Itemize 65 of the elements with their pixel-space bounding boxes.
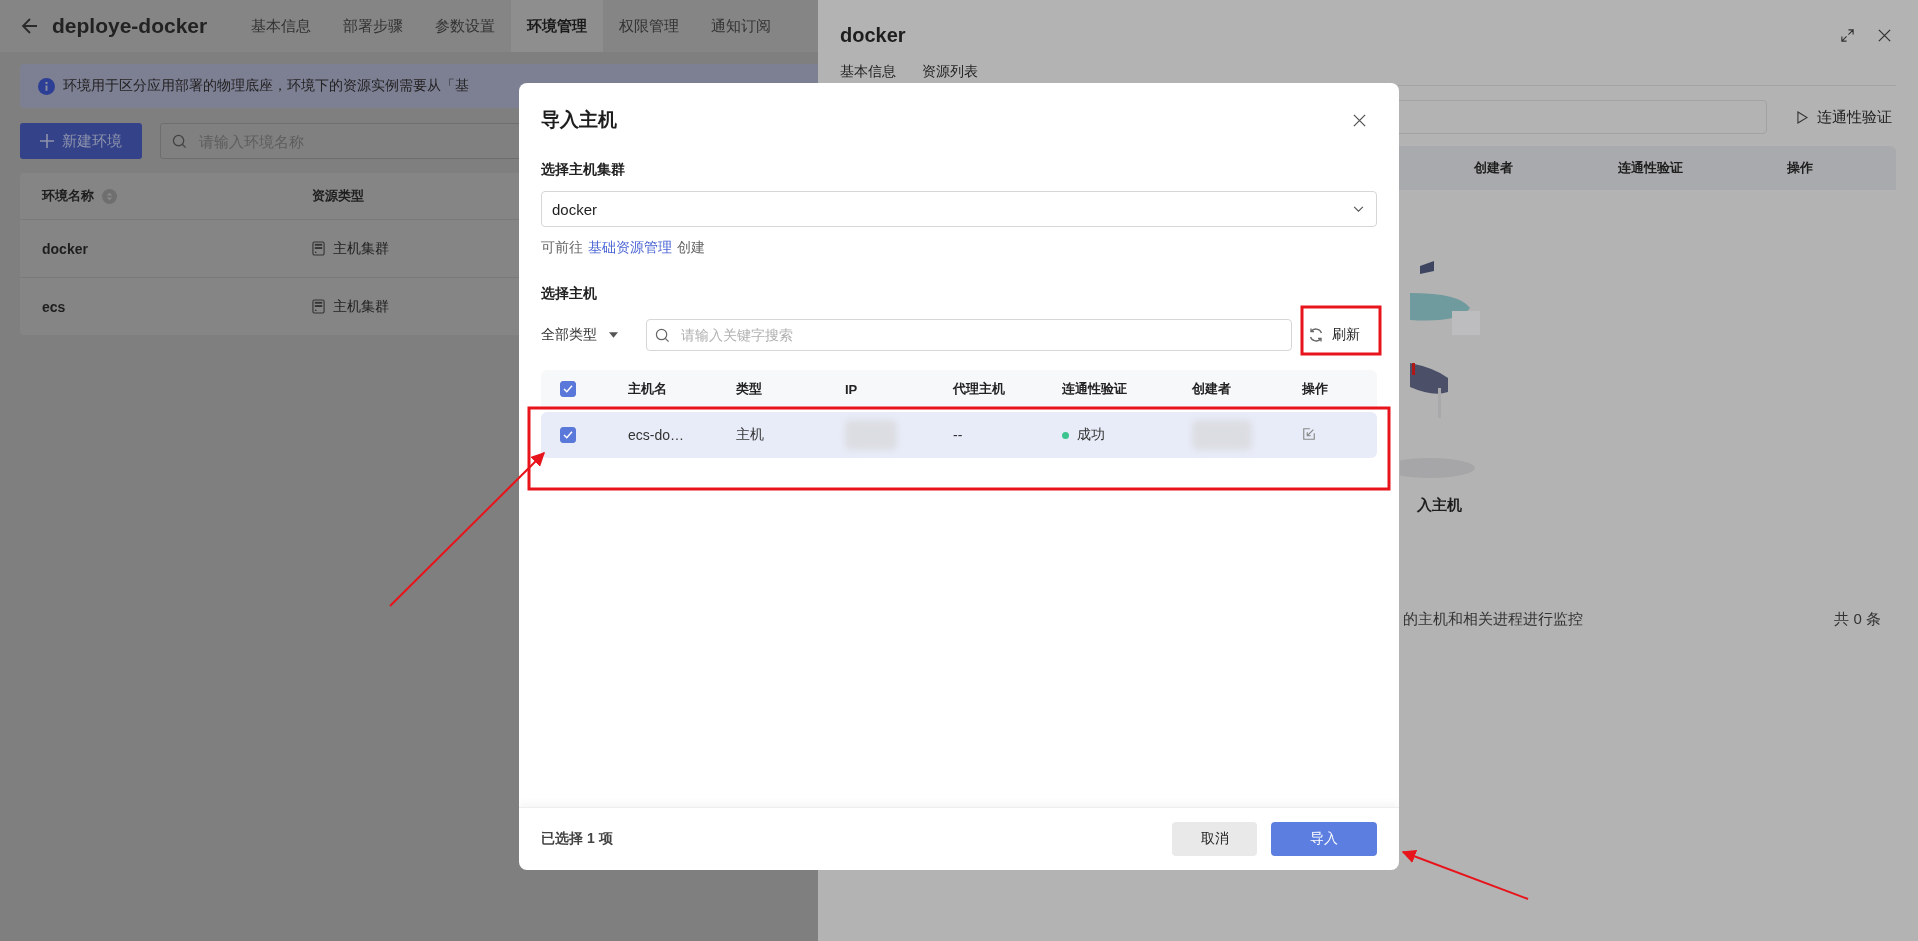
table-cell: ecs-do… [628, 427, 685, 443]
row-checkbox[interactable] [560, 427, 576, 443]
column-header: 资源类型 [312, 187, 364, 205]
table-cell: 成功 [1077, 426, 1105, 444]
table-cell-text: docker [41, 240, 89, 257]
column-header: 创建者 [1192, 380, 1232, 398]
expand-icon[interactable] [1840, 28, 1855, 43]
total-count: 共 0 条 [1834, 610, 1881, 629]
page-title: deploye-docker [52, 14, 208, 38]
page-tab[interactable]: 参数设置 [419, 0, 512, 52]
field-label: 选择主机集群 [541, 161, 626, 179]
chevron-icon [1353, 205, 1364, 213]
resource-link[interactable]: 基础资源管理 [588, 239, 672, 257]
plus-icon [40, 134, 54, 148]
type-dropdown[interactable]: 全部类型 [541, 326, 646, 344]
drawer-tab[interactable]: 基本信息 [840, 63, 896, 81]
column-header: 环境名称 [42, 187, 94, 205]
column-header: IP [845, 381, 859, 397]
edit-icon[interactable] [1302, 426, 1316, 441]
hint-text: 可前往 [541, 239, 583, 257]
column-header: 主机名 [628, 380, 668, 398]
checkmark-icon [563, 431, 573, 439]
drawer-title: docker [840, 24, 906, 47]
drawer-tab[interactable]: 资源列表 [922, 63, 978, 81]
hint-text: 创建 [677, 239, 705, 257]
table-cell-text: ecs [41, 298, 67, 315]
empty-description: 的主机和相关进程进行监控 [1403, 610, 1583, 629]
select-all-checkbox[interactable] [560, 381, 576, 397]
table-cell: 主机 [736, 426, 764, 442]
cancel-button[interactable]: 取消 [1172, 822, 1257, 856]
back-arrow-icon[interactable] [20, 16, 40, 36]
host-row[interactable]: ecs-do… 主机 -- 成功 [541, 412, 1377, 458]
column-header: 连通性验证 [1062, 380, 1128, 398]
table-cell: -- [953, 427, 963, 443]
empty-title: 入主机 [1417, 496, 1463, 515]
checkmark-icon [563, 385, 573, 393]
server-icon [312, 241, 325, 256]
column-header: 类型 [736, 380, 763, 398]
column-header: 操作 [1787, 159, 1814, 177]
notice-text: 环境用于区分应用部署的物理底座，环境下的资源实例需要从「基 [63, 77, 469, 95]
close-icon[interactable] [1877, 28, 1892, 43]
page-tab[interactable]: 环境管理 [511, 0, 604, 52]
cluster-select[interactable]: docker [541, 191, 1377, 227]
column-header: 连通性验证 [1618, 159, 1684, 177]
selected-count: 已选择 1 项 [541, 830, 613, 848]
close-icon[interactable] [1352, 112, 1367, 128]
caret-icon [609, 332, 618, 338]
table-cell: 主机集群 [333, 239, 389, 258]
import-button[interactable]: 导入 [1271, 822, 1377, 856]
column-header: 操作 [1302, 380, 1329, 398]
new-environment-button[interactable]: 新建环境 [20, 123, 142, 159]
column-header: 代理主机 [953, 380, 1006, 398]
page-tab[interactable]: 通知订阅 [695, 0, 788, 52]
refresh-icon [1308, 327, 1324, 343]
column-header: 创建者 [1474, 159, 1514, 177]
play-icon [1797, 110, 1808, 124]
refresh-button[interactable]: 刷新 [1308, 326, 1360, 344]
page-tab[interactable]: 基本信息 [235, 0, 328, 52]
page-tab[interactable]: 权限管理 [603, 0, 696, 52]
field-label: 选择主机 [541, 285, 598, 303]
server-icon [312, 299, 325, 314]
page-tab[interactable]: 部署步骤 [327, 0, 420, 52]
info-icon [38, 77, 55, 95]
table-cell: 主机集群 [333, 297, 389, 316]
verify-button[interactable]: 连通性验证 [1793, 107, 1896, 127]
